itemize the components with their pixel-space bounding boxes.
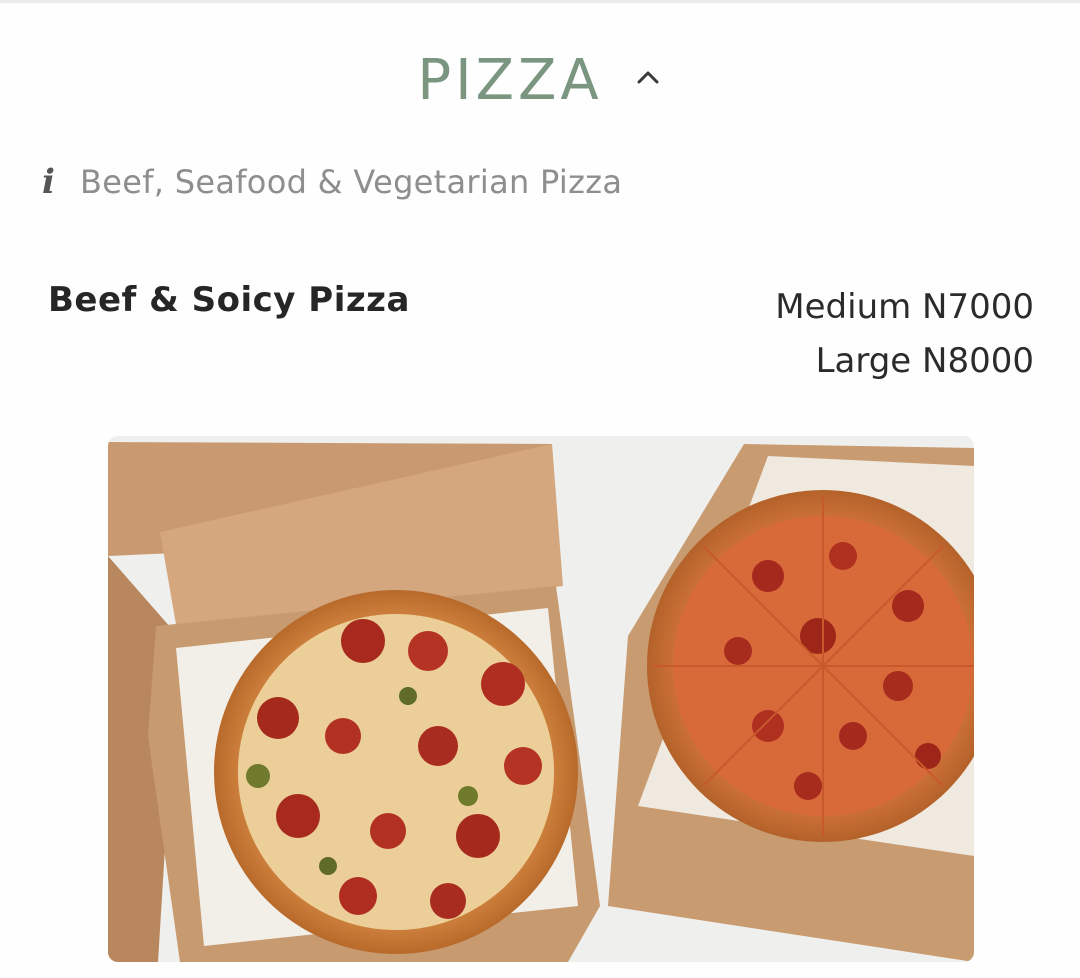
menu-item-photo[interactable] xyxy=(108,436,974,962)
section-title: PIZZA xyxy=(417,47,603,113)
price-large: Large N8000 xyxy=(815,341,1034,381)
price-medium: Medium N7000 xyxy=(775,287,1034,327)
section-info: i Beef, Seafood & Vegetarian Pizza xyxy=(42,162,622,202)
menu-page: PIZZA i Beef, Seafood & Vegetarian Pizza… xyxy=(0,0,1080,978)
menu-item-name: Beef & Soicy Pizza xyxy=(48,280,410,320)
menu-item-prices: Medium N7000 Large N8000 xyxy=(775,280,1034,388)
section-description: Beef, Seafood & Vegetarian Pizza xyxy=(80,163,623,201)
info-icon: i xyxy=(42,162,55,202)
pizza-section-header[interactable]: PIZZA xyxy=(0,40,1080,120)
pizza-left xyxy=(214,590,578,954)
top-divider xyxy=(0,0,1080,3)
chevron-up-icon[interactable] xyxy=(633,62,663,92)
